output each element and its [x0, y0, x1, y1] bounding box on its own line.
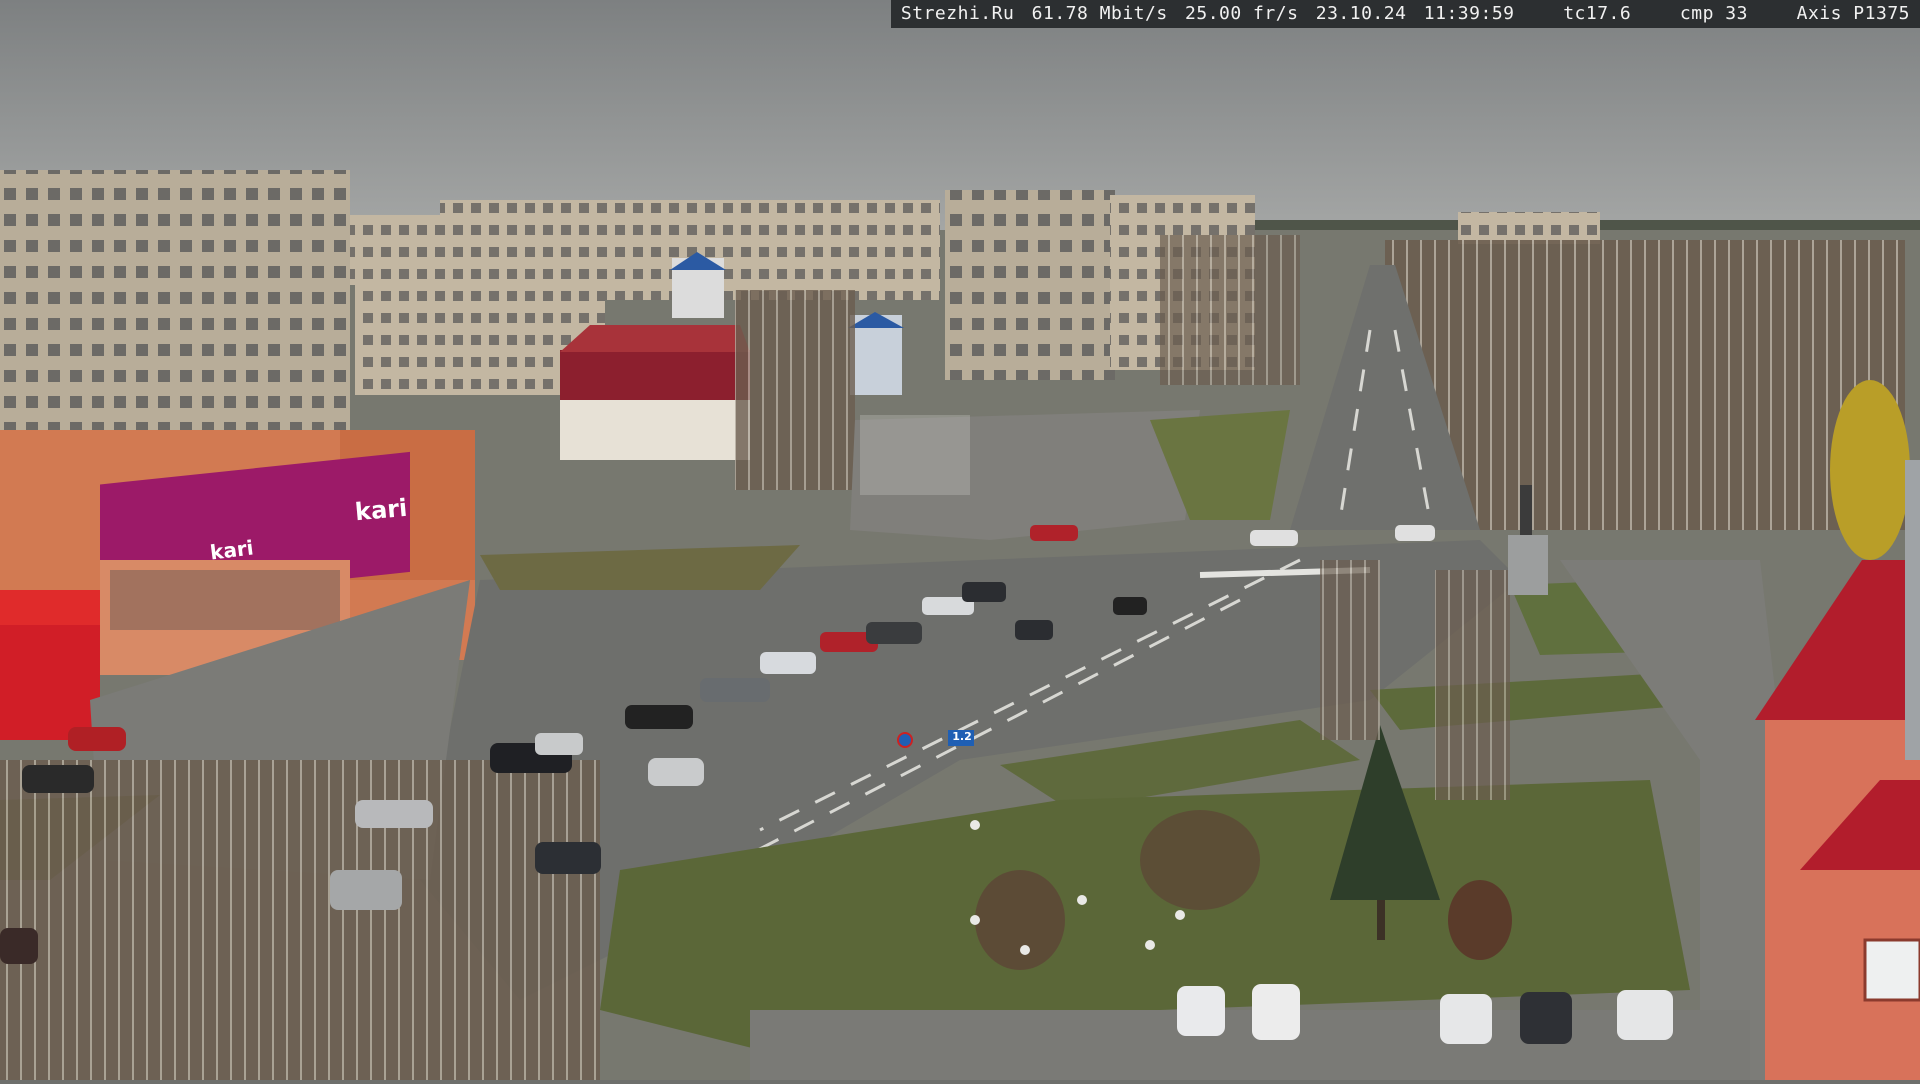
time: 11:39:59: [1423, 3, 1515, 24]
shrub: [1448, 880, 1512, 960]
road-sign-text: 1.2: [952, 730, 972, 743]
no-parking-sign: [897, 732, 913, 748]
grey-pole-right: [1905, 460, 1920, 760]
tc-value: tc17.6: [1563, 3, 1632, 24]
compression: cmp 33: [1679, 3, 1748, 24]
street-view-image: [0, 0, 1920, 1080]
camera-info-overlay: Strezhi.Ru 61.78 Mbit/s 25.00 fr/s 23.10…: [890, 0, 1920, 28]
trees-foreground-left: [0, 760, 600, 1080]
tree-center: [1320, 560, 1380, 740]
shrub: [1140, 810, 1260, 910]
webcam-scene: kari kari 1.2: [0, 0, 1920, 1080]
store-sign-kari: kari: [353, 493, 409, 527]
site-name: Strezhi.Ru: [900, 3, 1015, 24]
parking-lot: [750, 1010, 1750, 1080]
tall-building-center: [945, 190, 1115, 380]
date: 23.10.24: [1315, 3, 1407, 24]
trees-far-center: [1160, 235, 1300, 385]
camera-model: Axis P1375: [1796, 3, 1910, 24]
red-roof-tower: [1765, 720, 1920, 1080]
tree-right-center: [1435, 570, 1510, 800]
shrub: [975, 870, 1065, 970]
yellow-tree: [1830, 380, 1910, 560]
bitrate: 61.78 Mbit/s: [1031, 3, 1168, 24]
background-building-right: [1458, 212, 1600, 244]
monument: [1520, 485, 1532, 535]
framerate: 25.00 fr/s: [1185, 3, 1299, 24]
trees-mid: [735, 290, 855, 490]
